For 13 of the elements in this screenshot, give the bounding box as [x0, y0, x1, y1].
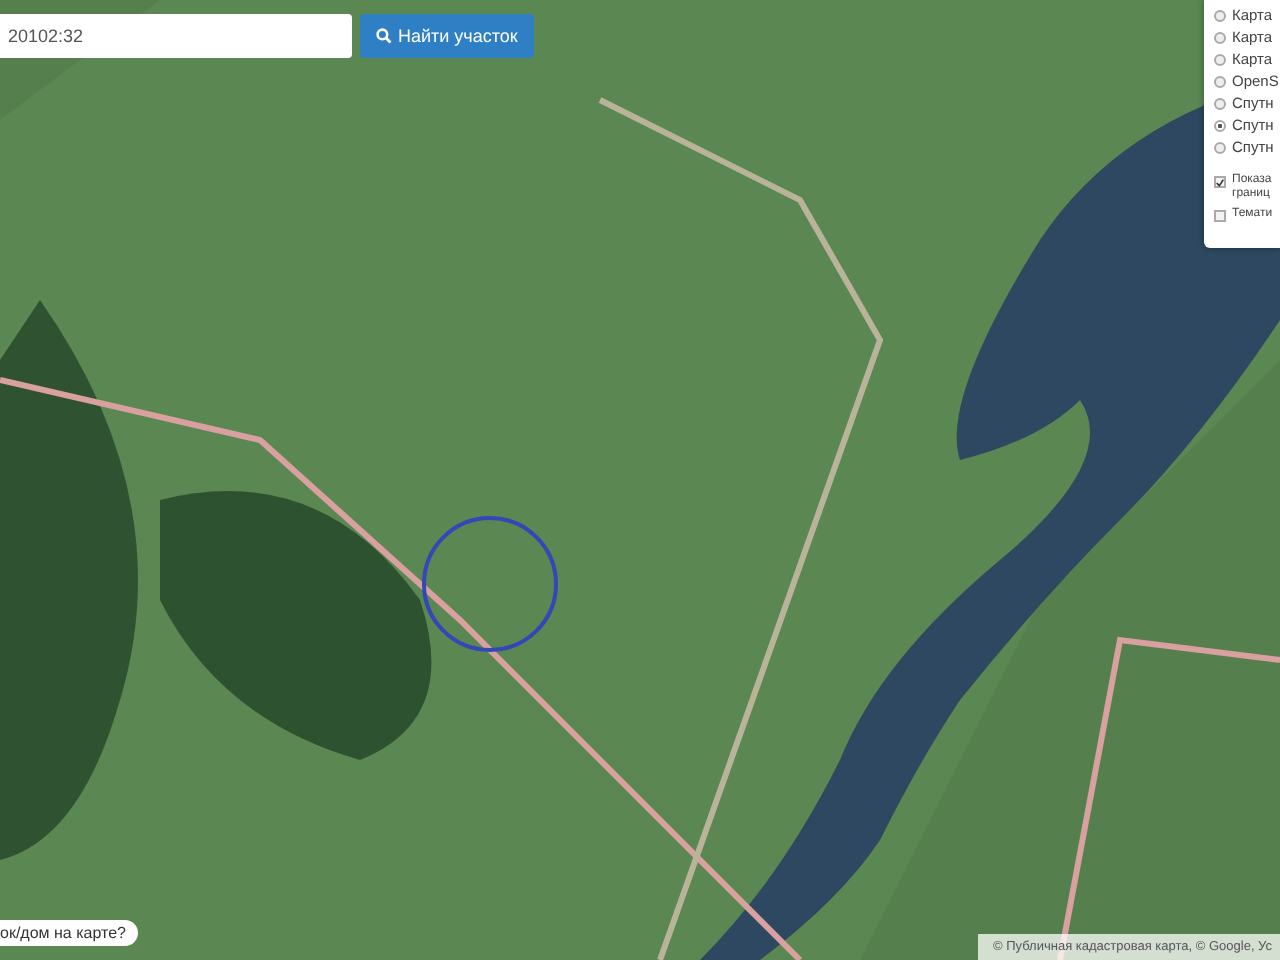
layer-radio[interactable]	[1214, 142, 1226, 154]
overlay-checkbox[interactable]	[1214, 210, 1226, 222]
find-plot-button[interactable]: Найти участок	[360, 14, 534, 58]
search-icon	[376, 28, 392, 44]
overlay-checkbox[interactable]	[1214, 176, 1226, 188]
layer-radio[interactable]	[1214, 98, 1226, 110]
layer-radio[interactable]	[1214, 54, 1226, 66]
search-field[interactable]: 20102:32	[0, 14, 352, 58]
layer-radio[interactable]	[1214, 120, 1226, 132]
hint-bubble[interactable]: ок/дом на карте?	[0, 920, 138, 946]
layer-radio[interactable]	[1214, 10, 1226, 22]
layer-radio[interactable]	[1214, 32, 1226, 44]
layer-radio[interactable]	[1214, 76, 1226, 88]
